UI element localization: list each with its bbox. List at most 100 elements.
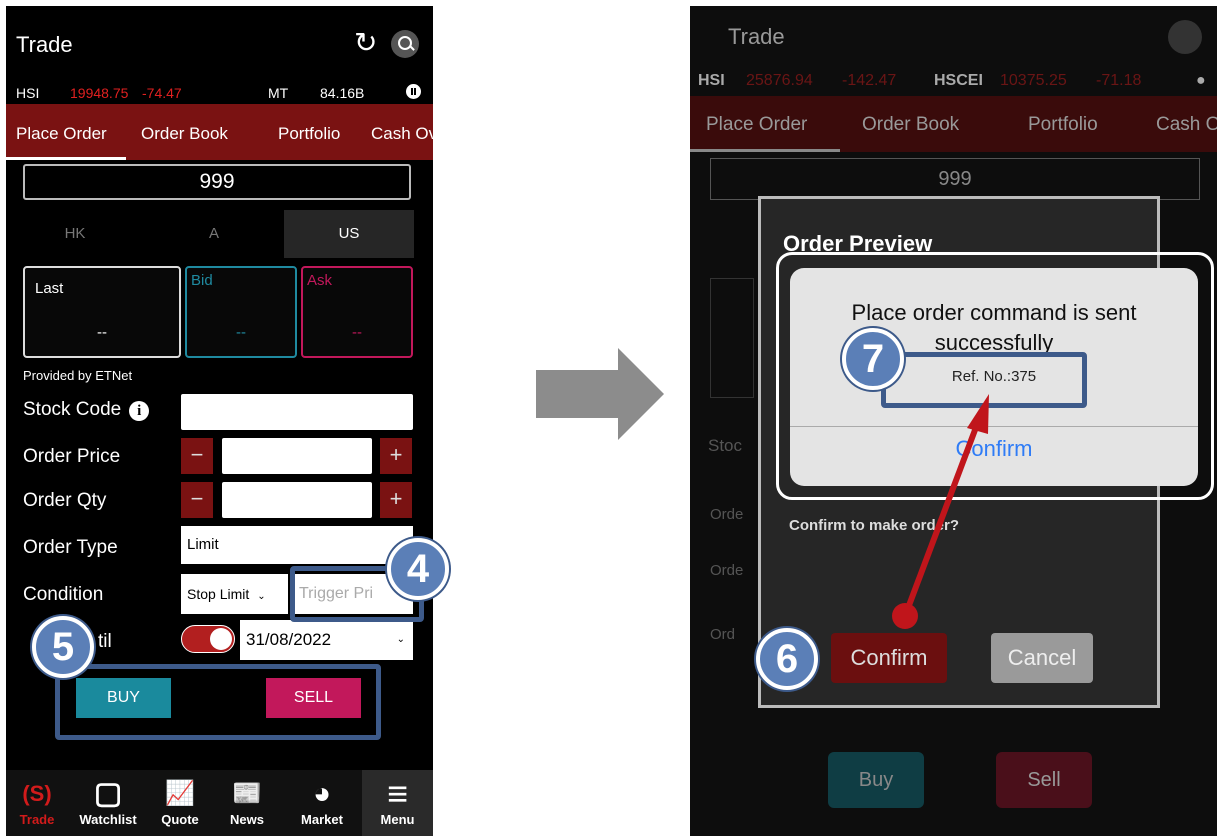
chevron-down-icon: ⌄ [396,634,405,645]
stock-code-display: 999 [710,158,1200,200]
tab-portfolio[interactable]: Portfolio [278,124,340,144]
valid-until-label: til [98,631,112,652]
stock-code-label: Stock Code [23,399,122,420]
order-price-label: Order Price [23,446,121,467]
active-tab-indicator [690,149,840,152]
nav-item-market[interactable]: ◕ Market [282,770,362,836]
quote-label: Last [35,280,64,297]
background-label: Orde [710,506,744,523]
order-type-label: Order Type [23,537,118,558]
quote-box-ask: Ask -- [301,266,413,358]
ticker-value: 10375.25 [1000,72,1067,89]
nav-label: Market [301,812,343,827]
data-provider-note: Provided by ETNet [23,368,133,383]
quote-box-bid: Bid -- [185,266,297,358]
tab-cash[interactable]: Cash O [1156,114,1217,136]
trade-icon: (S) [22,781,52,806]
nav-item-news[interactable]: 📰 News [212,770,282,836]
qty-increment-button[interactable]: + [380,482,412,518]
buy-button[interactable]: Buy [828,752,924,808]
newspaper-icon: 📰 [232,780,262,807]
chart-icon: 📈 [165,780,195,807]
search-icon[interactable] [1168,20,1202,54]
order-qty-label: Order Qty [23,490,107,511]
refresh-icon[interactable]: ↻ [354,26,377,59]
quote-value: -- [97,324,107,341]
background-label: Orde [710,562,744,579]
price-increment-button[interactable]: + [380,438,412,474]
order-price-input[interactable] [222,438,372,474]
index-ticker: HSI 25876.94 -142.47 HSCEI 10375.25 -71.… [690,66,1217,96]
condition-label: Condition [23,584,104,605]
tab-portfolio[interactable]: Portfolio [1028,114,1098,136]
qty-decrement-button[interactable]: − [181,482,213,518]
ticker-index: HSI [16,85,40,101]
nav-label: Watchlist [79,812,137,827]
confirm-question: Confirm to make order? [789,517,960,534]
ticker-index: HSI [698,72,725,89]
transition-arrow-icon [536,348,664,440]
nav-item-watchlist[interactable]: ▢ Watchlist [68,770,148,836]
nav-label: Quote [161,812,199,827]
play-icon[interactable]: ● [1196,72,1206,90]
menu-icon: ≡ [386,773,408,814]
ticker-value: 25876.94 [746,72,813,89]
ticker-mt-label: MT [268,85,289,101]
alert-confirm-button[interactable]: Confirm [790,436,1198,462]
tab-order-book[interactable]: Order Book [862,114,959,136]
callout-box-ref-number [881,352,1087,408]
condition-value: Stop Limit [187,586,250,602]
nav-item-menu[interactable]: ≡ Menu [362,770,433,836]
market-tab-us[interactable]: US [284,210,414,258]
tab-bar: Place Order Order Book Portfolio Cash O [690,96,1217,152]
nav-item-trade[interactable]: (S) Trade [6,770,68,836]
stock-code-display[interactable]: 999 [23,164,411,200]
index-ticker: HSI 19948.75 -74.47 MT 84.16B [6,80,433,104]
info-icon[interactable]: i [129,401,150,421]
tab-bar: Place Order Order Book Portfolio Cash Ov [6,104,433,160]
callout-box-buy-sell [55,664,381,740]
tab-order-book[interactable]: Order Book [141,124,228,144]
quote-value: -- [352,324,362,341]
ticker-mt-value: 84.16B [320,85,365,101]
market-tab-hk[interactable]: HK [6,210,144,258]
date-select[interactable]: 31/08/2022 ⌄ [240,620,413,660]
nav-label: Trade [19,812,55,827]
tab-place-order[interactable]: Place Order [706,114,807,136]
alert-divider [790,426,1198,427]
tab-cash[interactable]: Cash Ov [371,124,433,144]
price-decrement-button[interactable]: − [181,438,213,474]
tab-place-order[interactable]: Place Order [16,124,107,144]
stock-code-input[interactable] [181,394,413,430]
chevron-down-icon: ⌄ [257,591,266,602]
valid-until-toggle[interactable] [181,625,235,653]
pie-chart-icon: ◕ [312,777,332,810]
sell-button[interactable]: Sell [996,752,1092,808]
pause-icon[interactable] [406,84,421,99]
active-tab-indicator [6,157,126,160]
quote-box-last: Last -- [23,266,181,358]
market-tab-a[interactable]: A [144,210,284,258]
nav-item-quote[interactable]: 📈 Quote [148,770,212,836]
date-value: 31/08/2022 [246,630,332,649]
search-icon[interactable] [391,30,419,58]
confirm-button[interactable]: Confirm [831,633,947,683]
condition-select[interactable]: Stop Limit ⌄ [181,574,288,614]
quote-label: Ask [307,272,333,289]
nav-label: Menu [380,812,415,827]
ticker-change: -74.47 [142,85,182,101]
ticker-index: HSCEI [934,72,983,89]
callout-badge-4: 4 [387,538,449,600]
order-type-value: Limit [187,536,219,553]
right-phone-screen: Trade HSI 25876.94 -142.47 HSCEI 10375.2… [690,6,1217,836]
order-type-select[interactable]: Limit [181,526,413,564]
ticker-change: -71.18 [1096,72,1142,89]
ticker-value: 19948.75 [70,85,129,101]
cancel-button[interactable]: Cancel [991,633,1093,683]
quote-value: -- [236,324,246,341]
background-panel [710,278,754,398]
page-title: Trade [16,32,73,57]
bottom-nav: (S) Trade ▢ Watchlist 📈 Quote 📰 News ◕ M… [6,770,433,836]
background-label: Ord [710,626,736,643]
order-qty-input[interactable] [222,482,372,518]
